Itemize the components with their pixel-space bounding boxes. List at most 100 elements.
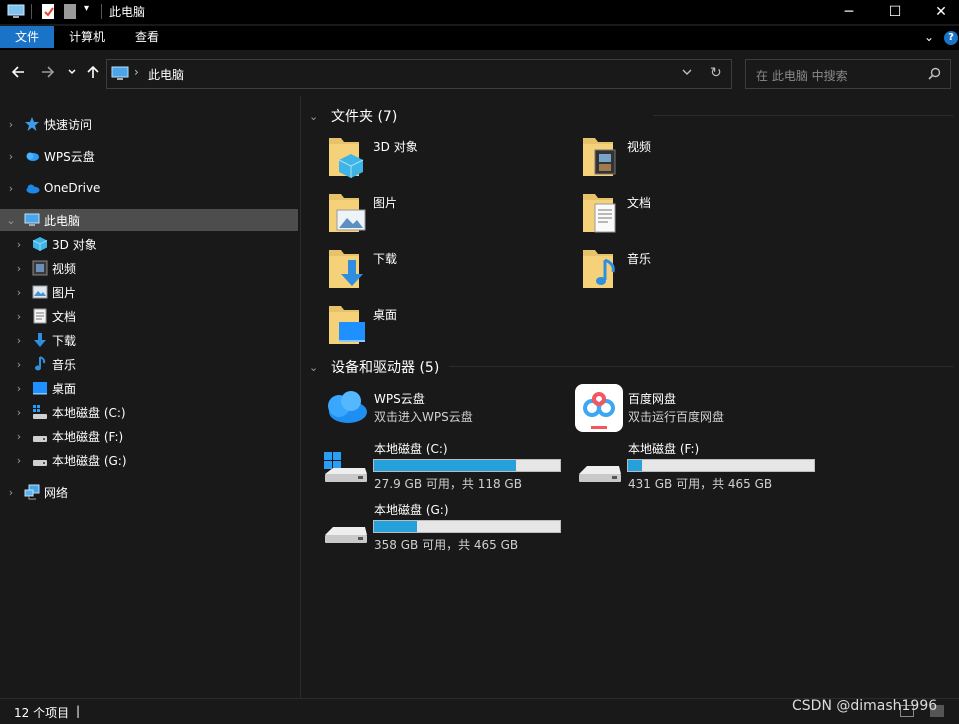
- sidebar-item-label: 视频: [52, 261, 77, 276]
- device-name: WPS云盘: [374, 392, 425, 406]
- recent-locations-icon[interactable]: [67, 66, 77, 80]
- tab-computer[interactable]: 计算机: [54, 26, 120, 48]
- group-header-folders[interactable]: ⌄ 文件夹 (7): [309, 106, 397, 126]
- drive-subtitle: 431 GB 可用，共 465 GB: [628, 477, 773, 491]
- expand-chevron-icon[interactable]: ›: [12, 406, 26, 419]
- minimize-button[interactable]: ─: [826, 0, 872, 24]
- sidebar-item-pictures[interactable]: › 图片: [0, 281, 298, 303]
- group-divider: [449, 366, 953, 367]
- search-box[interactable]: 在 此电脑 中搜索: [745, 59, 951, 89]
- sidebar-item-onedrive[interactable]: › OneDrive: [0, 177, 298, 199]
- music-icon: [32, 356, 48, 372]
- expand-chevron-icon[interactable]: ›: [12, 334, 26, 347]
- drive-name: 本地磁盘 (F:): [628, 442, 700, 456]
- help-icon[interactable]: ?: [944, 31, 958, 45]
- refresh-icon[interactable]: ↻: [710, 65, 722, 81]
- tab-view[interactable]: 查看: [120, 26, 174, 48]
- expand-chevron-icon[interactable]: ›: [12, 262, 26, 275]
- cloud-icon: [24, 148, 40, 164]
- expand-chevron-icon[interactable]: ›: [4, 150, 18, 163]
- up-arrow-icon[interactable]: [85, 64, 101, 83]
- group-divider: [653, 115, 953, 116]
- drive-usage-fill: [374, 460, 517, 471]
- wps-cloud-icon: [321, 386, 369, 429]
- sidebar-item-music[interactable]: › 音乐: [0, 353, 298, 375]
- folder-label: 视频: [627, 140, 652, 154]
- sidebar-item-3d-objects[interactable]: › 3D 对象: [0, 233, 298, 255]
- sidebar-item-label: 本地磁盘 (C:): [52, 405, 126, 420]
- expand-chevron-icon[interactable]: ›: [4, 486, 18, 499]
- sidebar-item-documents[interactable]: › 文档: [0, 305, 298, 327]
- expand-chevron-icon[interactable]: ›: [12, 382, 26, 395]
- sidebar-item-downloads[interactable]: › 下载: [0, 329, 298, 351]
- expand-chevron-icon[interactable]: ›: [12, 286, 26, 299]
- sidebar-item-label: 音乐: [52, 357, 77, 372]
- expand-chevron-icon[interactable]: ›: [12, 238, 26, 251]
- drive-usage-bar: [373, 520, 561, 533]
- device-subtitle: 双击进入WPS云盘: [374, 410, 473, 424]
- sidebar-item-drive-f[interactable]: › 本地磁盘 (F:): [0, 425, 298, 447]
- properties-icon[interactable]: [40, 3, 56, 20]
- close-button[interactable]: ✕: [918, 0, 959, 24]
- drive-tile-f[interactable]: 本地磁盘 (F:) 431 GB 可用，共 465 GB: [575, 438, 825, 494]
- folder-tile-downloads[interactable]: 下载: [327, 246, 527, 294]
- folder-tile-pictures[interactable]: 图片: [327, 190, 527, 238]
- maximize-button[interactable]: ☐: [872, 0, 918, 24]
- drive-subtitle: 27.9 GB 可用，共 118 GB: [374, 477, 522, 491]
- drive-usage-fill: [628, 460, 642, 471]
- device-tile-baidu-netdisk[interactable]: 百度网盘 双击运行百度网盘: [575, 384, 815, 432]
- device-subtitle: 双击运行百度网盘: [628, 410, 725, 424]
- expand-chevron-icon[interactable]: ›: [12, 358, 26, 371]
- sidebar-item-network[interactable]: › 网络: [0, 481, 298, 503]
- device-tile-wps-cloud[interactable]: WPS云盘 双击进入WPS云盘: [321, 384, 561, 432]
- search-input[interactable]: 在 此电脑 中搜索: [756, 67, 848, 84]
- sidebar-item-drive-c[interactable]: › 本地磁盘 (C:): [0, 401, 298, 423]
- new-folder-icon[interactable]: [63, 3, 77, 20]
- back-arrow-icon[interactable]: [10, 64, 26, 83]
- breadcrumb-this-pc[interactable]: 此电脑: [148, 66, 184, 83]
- folder-tile-documents[interactable]: 文档: [581, 190, 781, 238]
- sidebar-item-label: 3D 对象: [52, 237, 97, 252]
- folder-music-icon: [581, 246, 621, 293]
- folder-label: 文档: [627, 196, 652, 210]
- forward-arrow-icon[interactable]: [40, 64, 56, 83]
- address-bar[interactable]: › 此电脑 ↻: [106, 59, 732, 89]
- sidebar-item-desktop[interactable]: › 桌面: [0, 377, 298, 399]
- sidebar-item-quick-access[interactable]: › 快速访问: [0, 113, 298, 135]
- drive-tile-c[interactable]: 本地磁盘 (C:) 27.9 GB 可用，共 118 GB: [321, 438, 571, 494]
- sidebar-item-wps-cloud[interactable]: › WPS云盘: [0, 145, 298, 167]
- tab-file[interactable]: 文件: [0, 26, 55, 48]
- folder-tile-3d-objects[interactable]: 3D 对象: [327, 134, 527, 182]
- search-icon[interactable]: [928, 67, 941, 83]
- folder-tile-desktop[interactable]: 桌面: [327, 302, 527, 350]
- sidebar-item-videos[interactable]: › 视频: [0, 257, 298, 279]
- drive-icon: [32, 452, 48, 468]
- customize-qat-icon[interactable]: ▾: [84, 3, 89, 14]
- expand-chevron-icon[interactable]: ›: [4, 118, 18, 131]
- folder-tile-music[interactable]: 音乐: [581, 246, 781, 294]
- sidebar-item-label: 此电脑: [44, 213, 81, 228]
- sidebar-item-label: 快速访问: [44, 117, 93, 132]
- expand-chevron-icon[interactable]: ›: [12, 310, 26, 323]
- sidebar-item-this-pc[interactable]: ⌄ 此电脑: [0, 209, 298, 231]
- folder-label: 3D 对象: [373, 140, 418, 154]
- group-header-devices[interactable]: ⌄ 设备和驱动器 (5): [309, 357, 439, 377]
- sidebar-item-label: 下载: [52, 333, 77, 348]
- expand-chevron-icon[interactable]: ›: [4, 182, 18, 195]
- drive-name: 本地磁盘 (C:): [374, 442, 448, 456]
- computer-icon[interactable]: [7, 3, 25, 20]
- expand-chevron-icon[interactable]: ›: [12, 430, 26, 443]
- breadcrumb-chevron-icon[interactable]: ›: [134, 65, 139, 79]
- drive-tile-g[interactable]: 本地磁盘 (G:) 358 GB 可用，共 465 GB: [321, 499, 571, 555]
- star-icon: [24, 116, 40, 132]
- collapse-chevron-icon[interactable]: ⌄: [309, 361, 325, 374]
- expand-ribbon-icon[interactable]: ⌄: [924, 30, 934, 44]
- folder-tile-videos[interactable]: 视频: [581, 134, 781, 182]
- folder-label: 桌面: [373, 308, 398, 322]
- collapse-chevron-icon[interactable]: ⌄: [309, 110, 325, 123]
- sidebar-item-drive-g[interactable]: › 本地磁盘 (G:): [0, 449, 298, 471]
- address-dropdown-icon[interactable]: [681, 66, 693, 81]
- expand-chevron-icon[interactable]: ›: [12, 454, 26, 467]
- collapse-chevron-icon[interactable]: ⌄: [4, 214, 18, 227]
- drive-usage-bar: [627, 459, 815, 472]
